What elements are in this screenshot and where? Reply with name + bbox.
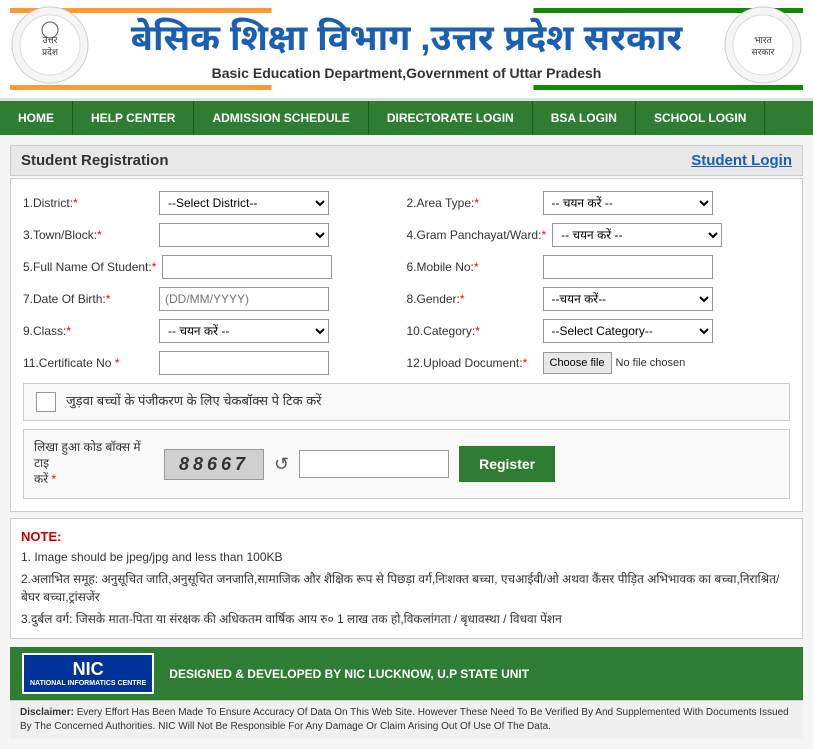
class-select[interactable]: -- चयन करें -- bbox=[159, 319, 329, 343]
captcha-label: लिखा हुआ कोड बॉक्स में टाइ bbox=[34, 440, 154, 472]
certificate-label: 11.Certificate No * bbox=[23, 356, 153, 370]
logo-right: भारत सरकार bbox=[723, 5, 803, 85]
disclaimer: Disclaimer: Every Effort Has Been Made T… bbox=[10, 700, 803, 739]
category-select[interactable]: --Select Category-- bbox=[543, 319, 713, 343]
svg-text:सरकार: सरकार bbox=[752, 47, 775, 57]
main-nav: HOME HELP CENTER ADMISSION SCHEDULE DIRE… bbox=[0, 101, 813, 135]
captcha-display: 88667 bbox=[164, 449, 264, 480]
district-select[interactable]: --Select District-- bbox=[159, 191, 329, 215]
gender-col: 8.Gender:* --चयन करें-- bbox=[407, 287, 791, 311]
tricolor-bar bbox=[10, 8, 803, 13]
nav-bsa[interactable]: BSA LOGIN bbox=[533, 101, 636, 135]
disclaimer-text: Every Effort Has Been Made To Ensure Acc… bbox=[20, 707, 789, 732]
district-label: 1.District:* bbox=[23, 196, 153, 210]
register-button[interactable]: Register bbox=[459, 446, 555, 482]
category-label: 10.Category:* bbox=[407, 324, 537, 338]
logo-left: उत्तर प्रदेश bbox=[10, 5, 90, 85]
mobile-label: 6.Mobile No:* bbox=[407, 260, 537, 274]
nav-directorate[interactable]: DIRECTORATE LOGIN bbox=[369, 101, 533, 135]
form-row-2: 3.Town/Block:* 4.Gram Panchayat/Ward:* -… bbox=[23, 223, 790, 247]
svg-text:प्रदेश: प्रदेश bbox=[42, 46, 59, 57]
mobile-col: 6.Mobile No:* bbox=[407, 255, 791, 279]
fullname-col: 5.Full Name Of Student:* bbox=[23, 255, 407, 279]
gender-select[interactable]: --चयन करें-- bbox=[543, 287, 713, 311]
note-1: 1. Image should be jpeg/jpg and less tha… bbox=[21, 548, 792, 566]
area-type-select[interactable]: -- चयन करें -- bbox=[543, 191, 713, 215]
district-col: 1.District:* --Select District-- bbox=[23, 191, 407, 215]
fullname-input[interactable] bbox=[162, 255, 332, 279]
student-login-link[interactable]: Student Login bbox=[691, 152, 792, 169]
dob-col: 7.Date Of Birth:* bbox=[23, 287, 407, 311]
class-label: 9.Class:* bbox=[23, 324, 153, 338]
dob-label: 7.Date Of Birth:* bbox=[23, 292, 153, 306]
captcha-section: लिखा हुआ कोड बॉक्स में टाइ करें * 88667 … bbox=[23, 429, 790, 499]
registration-form: 1.District:* --Select District-- 2.Area … bbox=[10, 178, 803, 512]
town-label: 3.Town/Block:* bbox=[23, 228, 153, 242]
twin-checkbox[interactable] bbox=[36, 392, 56, 412]
svg-text:भारत: भारत bbox=[754, 35, 772, 45]
page-title: बेसिक शिक्षा विभाग ,उत्तर प्रदेश सरकार bbox=[10, 17, 803, 65]
mobile-input[interactable] bbox=[543, 255, 713, 279]
area-type-label: 2.Area Type:* bbox=[407, 196, 537, 210]
town-select[interactable] bbox=[159, 223, 329, 247]
nav-admission[interactable]: ADMISSION SCHEDULE bbox=[194, 101, 368, 135]
no-file-text: No file chosen bbox=[616, 357, 686, 369]
upload-label: 12.Upload Document:* bbox=[407, 356, 537, 370]
upload-col: 12.Upload Document:* Choose file No file… bbox=[407, 352, 791, 374]
category-col: 10.Category:* --Select Category-- bbox=[407, 319, 791, 343]
tricolor-bar-bottom bbox=[10, 85, 803, 90]
form-row-5: 9.Class:* -- चयन करें -- 10.Category:* -… bbox=[23, 319, 790, 343]
choose-file-button[interactable]: Choose file bbox=[543, 352, 612, 374]
page-header: उत्तर प्रदेश भारत सरकार बेसिक शिक्षा विभ… bbox=[0, 0, 813, 101]
form-row-6: 11.Certificate No * 12.Upload Document:*… bbox=[23, 351, 790, 375]
form-row-1: 1.District:* --Select District-- 2.Area … bbox=[23, 191, 790, 215]
page-subtitle: Basic Education Department,Government of… bbox=[10, 65, 803, 81]
gram-label: 4.Gram Panchayat/Ward:* bbox=[407, 228, 547, 242]
main-content: Student Registration Student Login 1.Dis… bbox=[0, 135, 813, 749]
nav-help[interactable]: HELP CENTER bbox=[73, 101, 194, 135]
nav-school[interactable]: SCHOOL LOGIN bbox=[636, 101, 765, 135]
twin-label: जुड़वा बच्चों के पंजीकरण के लिए चेकबॉक्स… bbox=[66, 393, 322, 411]
note-heading: NOTE: bbox=[21, 529, 61, 544]
form-row-4: 7.Date Of Birth:* 8.Gender:* --चयन करें-… bbox=[23, 287, 790, 311]
note-2: 2.अलाभित समूह: अनुसूचित जाति,अनुसूचित जन… bbox=[21, 570, 792, 606]
captcha-input[interactable] bbox=[299, 450, 449, 478]
form-title: Student Registration bbox=[21, 152, 169, 169]
captcha-refresh-icon[interactable]: ↺ bbox=[274, 454, 289, 475]
certificate-col: 11.Certificate No * bbox=[23, 351, 407, 375]
twin-checkbox-row: जुड़वा बच्चों के पंजीकरण के लिए चेकबॉक्स… bbox=[23, 383, 790, 421]
nic-acronym: NIC bbox=[73, 659, 104, 680]
class-col: 9.Class:* -- चयन करें -- bbox=[23, 319, 407, 343]
gram-col: 4.Gram Panchayat/Ward:* -- चयन करें -- bbox=[407, 223, 791, 247]
nav-home[interactable]: HOME bbox=[0, 101, 73, 135]
area-type-col: 2.Area Type:* -- चयन करें -- bbox=[407, 191, 791, 215]
gram-select[interactable]: -- चयन करें -- bbox=[552, 223, 722, 247]
file-upload-area: Choose file No file chosen bbox=[543, 352, 686, 374]
dob-input[interactable] bbox=[159, 287, 329, 311]
notes-box: NOTE: 1. Image should be jpeg/jpg and le… bbox=[10, 518, 803, 639]
town-col: 3.Town/Block:* bbox=[23, 223, 407, 247]
form-header: Student Registration Student Login bbox=[10, 145, 803, 176]
certificate-input[interactable] bbox=[159, 351, 329, 375]
fullname-label: 5.Full Name Of Student:* bbox=[23, 260, 156, 274]
nic-fullname: NATIONAL INFORMATICS CENTRE bbox=[30, 680, 146, 688]
note-3: 3.दुर्बल वर्ग: जिसके माता-पिता या संरक्ष… bbox=[21, 610, 792, 628]
form-row-3: 5.Full Name Of Student:* 6.Mobile No:* bbox=[23, 255, 790, 279]
gender-label: 8.Gender:* bbox=[407, 292, 537, 306]
